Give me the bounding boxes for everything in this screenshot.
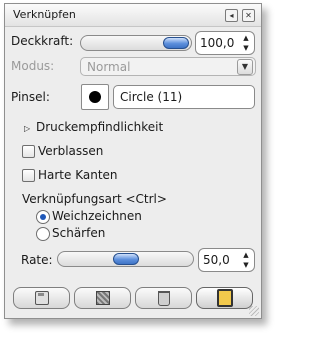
rate-slider-handle[interactable]	[112, 253, 139, 265]
blur-radio[interactable]	[36, 210, 50, 224]
sharpen-label: Schärfen	[52, 226, 106, 240]
mode-dropdown[interactable]: Normal ▼	[80, 57, 256, 76]
mode-label: Modus:	[11, 59, 55, 73]
opacity-slider-handle[interactable]	[163, 37, 189, 49]
opacity-spinbox[interactable]: 100,0 ▲ ▼	[195, 31, 255, 55]
pressure-expander[interactable]: Druckempfindlichkeit	[36, 120, 163, 134]
opacity-spin-arrows[interactable]: ▲ ▼	[240, 34, 252, 52]
reset-options-button[interactable]	[196, 287, 253, 309]
trash-icon	[157, 290, 170, 306]
reset-icon	[216, 289, 233, 307]
rate-slider[interactable]	[57, 251, 194, 267]
resize-grip-icon[interactable]	[249, 306, 259, 316]
brush-name-field[interactable]: Circle (11)	[113, 85, 255, 109]
menu-arrow-icon[interactable]: ◂	[225, 9, 238, 22]
brush-label: Pinsel:	[11, 90, 50, 104]
fade-label: Verblassen	[38, 144, 104, 158]
spin-down-icon[interactable]: ▼	[243, 261, 248, 269]
mode-value: Normal	[87, 60, 131, 74]
sharpen-radio[interactable]	[36, 227, 50, 241]
rate-value: 50,0	[203, 253, 230, 267]
convolve-type-label: Verknüpfungsart <Ctrl>	[22, 192, 167, 206]
rate-label: Rate:	[21, 253, 53, 267]
circle-brush-icon	[89, 91, 101, 103]
opacity-slider[interactable]	[80, 35, 192, 51]
panel-titlebar: Verknüpfen ◂ ✕	[5, 4, 261, 27]
hard-edges-checkbox[interactable]	[22, 169, 35, 182]
tool-options-panel: Verknüpfen ◂ ✕ Deckkraft: 100,0 ▲ ▼ Modu…	[4, 3, 262, 319]
chevron-down-icon[interactable]: ▼	[237, 59, 253, 75]
restore-icon	[95, 291, 110, 305]
spin-up-icon[interactable]: ▲	[243, 34, 248, 42]
save-icon	[34, 291, 49, 305]
hard-edges-label: Harte Kanten	[38, 168, 118, 182]
bottom-toolbar	[13, 287, 253, 309]
opacity-label: Deckkraft:	[11, 34, 74, 48]
restore-options-button[interactable]	[74, 287, 131, 309]
rate-spin-arrows[interactable]: ▲ ▼	[240, 251, 252, 269]
fade-checkbox[interactable]	[22, 145, 35, 158]
rate-spinbox[interactable]: 50,0 ▲ ▼	[198, 248, 255, 272]
delete-options-button[interactable]	[135, 287, 192, 309]
save-options-button[interactable]	[13, 287, 70, 309]
close-icon[interactable]: ✕	[242, 9, 255, 22]
panel-title: Verknüpfen	[13, 8, 76, 21]
brush-name: Circle (11)	[120, 90, 183, 104]
spin-down-icon[interactable]: ▼	[243, 44, 248, 52]
blur-label: Weichzeichnen	[52, 209, 142, 223]
expander-arrow-icon[interactable]: ▷	[24, 124, 30, 133]
spin-up-icon[interactable]: ▲	[243, 251, 248, 259]
brush-preview-button[interactable]	[81, 84, 109, 110]
opacity-value: 100,0	[200, 36, 235, 50]
